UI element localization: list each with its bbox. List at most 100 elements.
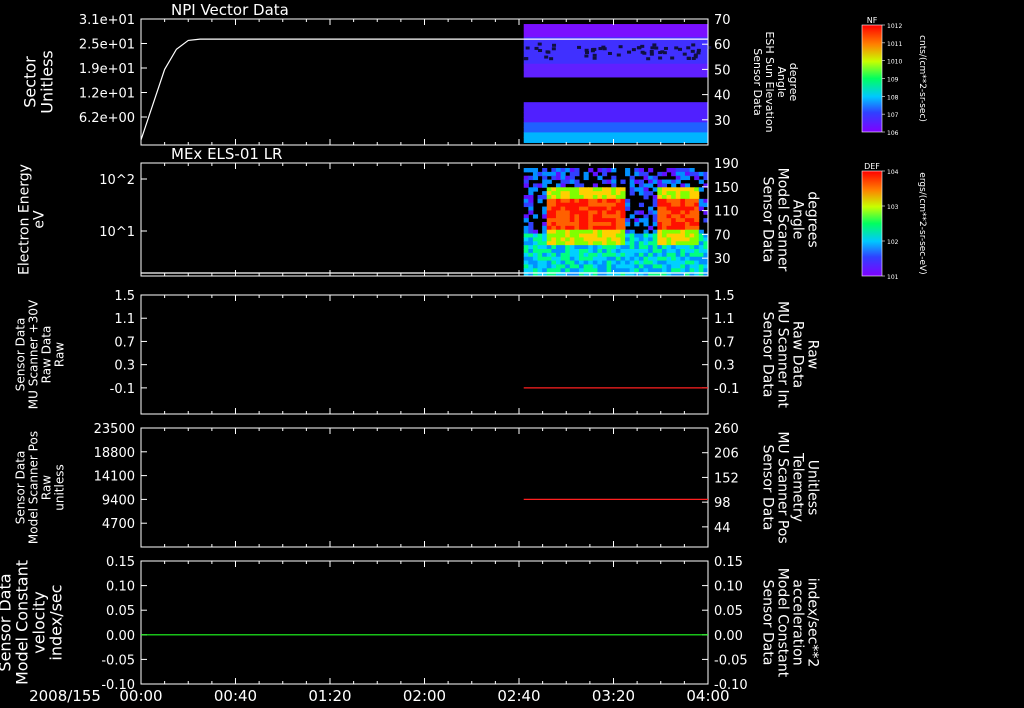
spectrogram-cell [657, 198, 663, 204]
spectrogram-gap [584, 54, 589, 58]
spectrogram-cell [661, 218, 668, 223]
spectrogram-cell [528, 245, 534, 250]
spectrogram-cell [565, 179, 571, 184]
spectrogram-cell [551, 187, 557, 192]
spectrogram-cell [574, 225, 580, 231]
spectrogram-cell [680, 264, 686, 269]
spectrogram-cell [560, 264, 566, 269]
spectrogram-cell [546, 171, 552, 177]
spectrogram-gap [551, 47, 556, 51]
spectrogram-gap [691, 43, 696, 47]
spectrogram-cell [569, 195, 575, 200]
spectrogram-cell [634, 187, 640, 192]
spectrogram-cell [606, 237, 612, 242]
spectrogram-cell [551, 229, 557, 235]
spectrogram-cell [542, 260, 548, 265]
spectrogram-cell [592, 206, 598, 211]
spectrogram-cell [661, 229, 668, 235]
spectrogram-cell [542, 237, 548, 242]
left-label-line: Model Scanner Pos [27, 431, 41, 544]
spectrogram-cell [620, 268, 626, 273]
spectrogram-cell [648, 168, 654, 173]
spectrogram-cell [643, 171, 649, 177]
spectrogram-cell [652, 210, 658, 215]
spectrogram-cell [666, 202, 672, 208]
spectrogram-cell [643, 249, 649, 254]
spectrogram-cell [643, 175, 649, 181]
spectrogram-cell [583, 229, 589, 235]
spectrogram [523, 168, 709, 277]
spectrogram-gap [577, 45, 582, 49]
spectrogram-cell [625, 264, 631, 269]
spectrogram-cell [638, 187, 645, 192]
spectrogram-cell [560, 206, 566, 211]
spectrogram-cell [569, 245, 575, 250]
spectrogram-cell [657, 260, 663, 265]
spectrogram-cell [602, 249, 608, 254]
panel-5: 0.150.100.050.00-0.05-0.100.150.100.050.… [0, 555, 821, 693]
spectrogram-cell [532, 171, 539, 177]
right-tick-label: -0.05 [714, 653, 748, 668]
spectrogram-cell [574, 268, 580, 273]
spectrogram-cell [555, 237, 562, 242]
spectrogram-cell [602, 241, 608, 246]
spectrogram-cell [537, 198, 543, 204]
spectrogram-cell [680, 202, 686, 208]
right-label-line: Model Constant [775, 568, 791, 678]
spectrogram-cell [528, 260, 534, 265]
spectrogram-cell [694, 241, 700, 246]
spectrogram-cell [551, 268, 557, 273]
spectrogram-cell [629, 214, 635, 219]
spectrogram-cell [643, 191, 649, 196]
spectrogram-cell [588, 241, 594, 246]
spectrogram-cell [555, 202, 562, 208]
spectrogram-cell [611, 245, 617, 250]
spectrogram-cell [588, 225, 594, 231]
spectrogram-cell [555, 249, 562, 254]
spectrogram-cell [602, 222, 608, 227]
spectrogram-cell [606, 218, 612, 223]
spectrogram-cell [606, 256, 612, 262]
colorbar-tick-label: 1011 [887, 41, 902, 48]
spectrogram-cell [546, 198, 552, 204]
spectrogram-cell [661, 214, 668, 219]
spectrogram-cell [698, 237, 704, 242]
spectrogram-band [523, 117, 708, 123]
spectrogram-cell [602, 198, 608, 204]
spectrogram-cell [625, 218, 631, 223]
spectrogram-cell [606, 187, 612, 192]
spectrogram-cell [671, 183, 677, 188]
left-label-line: Electron Energy [17, 164, 33, 275]
spectrogram-cell [523, 218, 529, 223]
left-tick-label: 18800 [94, 446, 135, 461]
spectrogram-cell [569, 233, 575, 238]
spectrogram-cell [657, 229, 663, 235]
spectrogram-cell [551, 245, 557, 250]
panel-frame [140, 560, 709, 685]
spectrogram-gap [640, 50, 645, 54]
spectrogram-cell [671, 210, 677, 215]
spectrogram-cell [528, 191, 534, 196]
spectrogram-cell [666, 222, 672, 227]
spectrogram-cell [583, 245, 589, 250]
spectrogram-cell [666, 241, 672, 246]
spectrogram-cell [597, 202, 603, 208]
spectrogram-cell [671, 229, 677, 235]
spectrogram-band [523, 50, 708, 58]
spectrogram-cell [611, 252, 617, 258]
spectrogram-cell [684, 222, 691, 227]
spectrogram-cell [689, 171, 695, 177]
spectrogram-cell [602, 191, 608, 196]
spectrogram-cell [579, 252, 585, 258]
spectrogram-cell [629, 191, 635, 196]
spectrogram-cell [542, 233, 548, 238]
spectrogram-cell [588, 260, 594, 265]
spectrogram-cell [560, 218, 566, 223]
right-label-line: Unitless [805, 460, 821, 516]
spectrogram-cell [675, 264, 681, 269]
spectrogram-cell [629, 237, 635, 242]
colorbar-tick-label: 1010 [887, 59, 902, 66]
spectrogram-cell [555, 198, 562, 204]
spectrogram-cell [523, 245, 529, 250]
spectrogram-cell [671, 202, 677, 208]
